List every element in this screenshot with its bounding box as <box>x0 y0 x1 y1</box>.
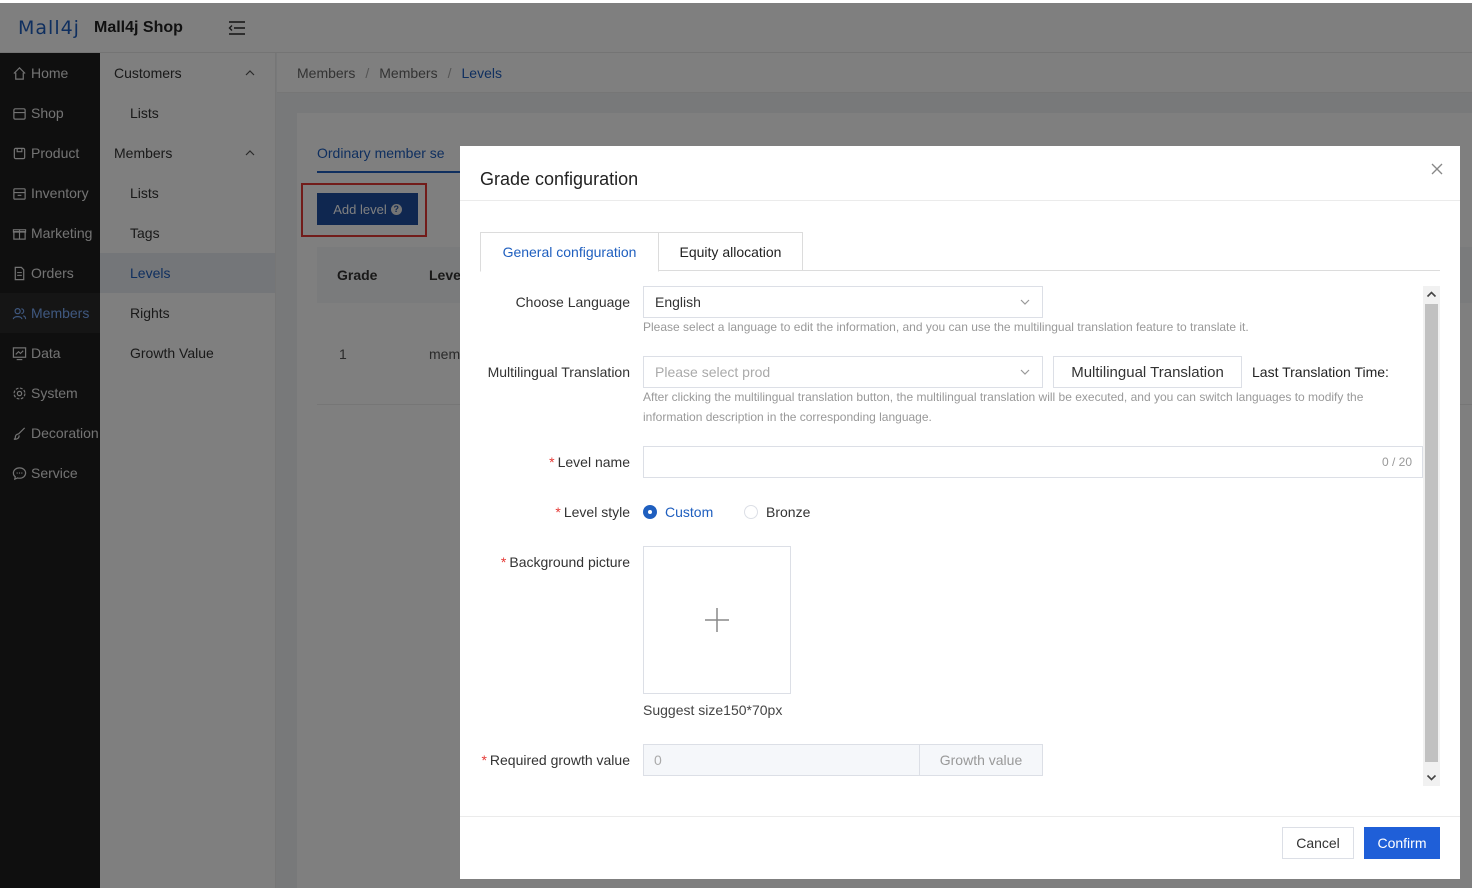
plus-icon <box>705 608 729 632</box>
last-translation-time: Last Translation Time: <box>1252 364 1389 380</box>
level-name-label-text: Level name <box>557 454 630 470</box>
growth-value-placeholder: 0 <box>654 752 662 768</box>
scrollbar-thumb[interactable] <box>1425 304 1438 762</box>
growth-value-append: Growth value <box>919 744 1043 776</box>
level-name-counter: 0 / 20 <box>1381 455 1412 469</box>
radio-label: Custom <box>665 504 714 520</box>
level-name-input[interactable]: 0 / 20 <box>643 446 1423 478</box>
background-picture-uploader[interactable] <box>643 546 791 694</box>
style-radio-bronze[interactable]: Bronze <box>744 504 810 520</box>
dialog-title: Grade configuration <box>480 169 639 189</box>
scroll-down-icon[interactable] <box>1426 772 1437 783</box>
multilingual-hint-2: information description in the correspon… <box>643 410 932 424</box>
product-language-select[interactable]: Please select prod <box>643 356 1043 388</box>
cancel-button[interactable]: Cancel <box>1282 827 1354 859</box>
tab-general-configuration[interactable]: General configuration <box>480 232 659 272</box>
suggest-size-text: Suggest size150*70px <box>643 702 783 718</box>
choose-language-label: Choose Language <box>515 294 630 310</box>
close-icon[interactable] <box>1430 162 1444 176</box>
level-name-label: * Level name <box>549 454 630 470</box>
radio-label: Bronze <box>766 504 811 520</box>
background-picture-label: * Background picture <box>500 554 630 570</box>
dialog-footer-divider <box>460 816 1460 817</box>
radio-unchecked-icon <box>744 505 758 519</box>
growth-value-label: * Required growth value <box>481 752 630 768</box>
chevron-down-icon <box>1020 299 1030 305</box>
chevron-down-icon <box>1020 369 1030 375</box>
dialog-tabs: General configuration Equity allocation <box>480 232 1440 272</box>
window-top-edge <box>0 0 1472 3</box>
level-style-label-text: Level style <box>563 504 630 520</box>
language-select[interactable]: English <box>643 286 1043 318</box>
dialog-header-divider <box>460 200 1460 201</box>
multilingual-label: Multilingual Translation <box>487 364 630 380</box>
grade-configuration-dialog: Grade configuration General configuratio… <box>460 146 1460 879</box>
level-style-label: * Level style <box>555 504 630 520</box>
multilingual-hint-1: After clicking the multilingual translat… <box>643 390 1364 404</box>
language-hint: Please select a language to edit the inf… <box>643 320 1249 334</box>
product-language-placeholder: Please select prod <box>655 364 771 380</box>
background-picture-label-text: Background picture <box>509 554 630 570</box>
scroll-up-icon[interactable] <box>1426 289 1437 300</box>
style-radio-custom[interactable]: Custom <box>643 504 713 520</box>
tab-equity-allocation[interactable]: Equity allocation <box>658 232 803 271</box>
form-scrollbar[interactable] <box>1423 286 1440 786</box>
radio-checked-icon <box>643 505 657 519</box>
confirm-button[interactable]: Confirm <box>1364 827 1440 859</box>
growth-value-label-text: Required growth value <box>489 752 630 768</box>
language-select-value: English <box>655 294 701 310</box>
growth-value-input[interactable]: 0 <box>643 744 920 776</box>
multilingual-translation-button[interactable]: Multilingual Translation <box>1053 356 1242 388</box>
